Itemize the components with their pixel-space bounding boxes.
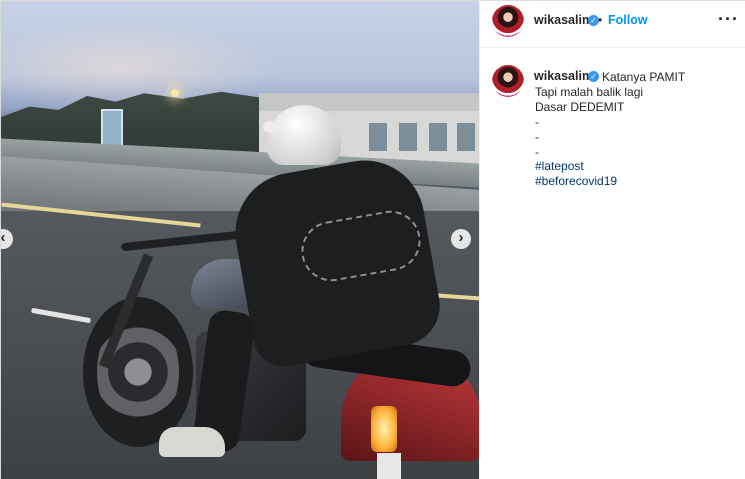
chevron-right-icon: › — [458, 229, 464, 246]
avatar[interactable] — [492, 5, 524, 37]
building-window — [399, 123, 417, 151]
more-options-icon[interactable]: ··· — [718, 9, 739, 29]
caption-first-line: Katanya PAMIT — [602, 70, 686, 84]
caption-line: - — [535, 115, 539, 129]
rider-shoe — [159, 427, 225, 457]
building-window — [429, 123, 447, 151]
post-sidebar: wikasalim ✓ • Follow ··· wikasalim ✓ Kat… — [479, 1, 745, 479]
carousel-next-button[interactable]: › — [451, 229, 471, 249]
post-header: wikasalim ✓ • Follow ··· — [480, 1, 745, 48]
follow-button[interactable]: Follow — [608, 13, 648, 27]
instagram-post: ‹ › wikasalim ✓ • Follow ··· wikasalim ✓… — [0, 0, 745, 479]
chevron-left-icon: ‹ — [1, 229, 6, 246]
header-username[interactable]: wikasalim — [534, 13, 593, 27]
caption-verified-badge-icon: ✓ — [588, 71, 599, 82]
building-window — [369, 123, 387, 151]
caption-avatar[interactable] — [492, 65, 524, 97]
post-photo[interactable]: ‹ › — [1, 1, 479, 479]
hashtag-link[interactable]: #beforecovid19 — [535, 174, 617, 188]
caption-line: Dasar DEDEMIT — [535, 100, 625, 114]
building-window — [457, 123, 475, 151]
tail-light — [371, 406, 397, 452]
helmet-visor — [263, 121, 281, 133]
street-lamp — [171, 89, 179, 97]
separator-dot: • — [598, 13, 603, 27]
caption-line: - — [535, 145, 539, 159]
caption-username[interactable]: wikasalim — [534, 69, 593, 83]
caption-line: - — [535, 130, 539, 144]
hashtag-link[interactable]: #latepost — [535, 159, 584, 173]
license-plate — [377, 453, 401, 479]
front-wheel — [83, 297, 193, 447]
caption-line: Tapi malah balik lagi — [535, 85, 644, 99]
